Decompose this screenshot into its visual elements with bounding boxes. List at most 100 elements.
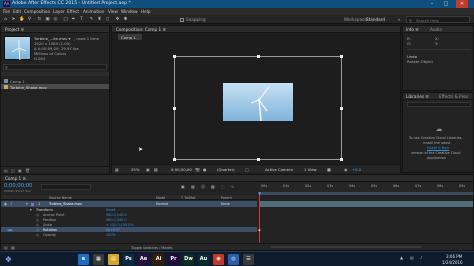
timeline-tab[interactable]: Comp 1 ≡: [5, 176, 26, 181]
col-mode[interactable]: Mode: [156, 196, 165, 200]
puppet-tool-icon[interactable]: ✱: [123, 17, 128, 22]
property-value[interactable]: 0x+0.0°: [106, 228, 120, 232]
motion-blur-icon[interactable]: ◌: [221, 184, 225, 189]
network-icon[interactable]: ▤: [410, 255, 414, 260]
taskbar-app-button[interactable]: Ae: [138, 254, 149, 265]
menu-help[interactable]: Help: [141, 9, 151, 14]
zoom-tool-icon[interactable]: ⚲: [27, 17, 32, 22]
project-search-input[interactable]: ⚲: [3, 64, 107, 70]
minimize-icon[interactable]: –: [426, 0, 438, 8]
transform-handle[interactable]: [173, 107, 176, 110]
col-trkmat[interactable]: T TrkMat: [181, 196, 195, 200]
clone-stamp-tool-icon[interactable]: ♜: [97, 17, 102, 22]
pan-behind-tool-icon[interactable]: ◎: [53, 17, 58, 22]
layer-parent-select[interactable]: None: [221, 202, 230, 206]
hand-tool-icon[interactable]: ✋: [19, 17, 25, 22]
transform-handle[interactable]: [257, 158, 260, 161]
selection-tool-icon[interactable]: ➤: [11, 17, 16, 22]
current-time-display[interactable]: 0;00;00;00: [171, 167, 192, 172]
search-help-field[interactable]: ⚲ Search Help: [406, 16, 470, 23]
exposure-value[interactable]: +0.0: [352, 167, 361, 172]
eraser-tool-icon[interactable]: ▯: [105, 17, 110, 22]
audio-tab[interactable]: Audio: [430, 27, 442, 32]
expand-arrow-icon[interactable]: ▾: [26, 202, 28, 206]
workspace-select[interactable]: Standard: [366, 17, 385, 22]
effects-presets-tab[interactable]: Effects & Pres: [439, 94, 468, 99]
toggle-pixel-icon[interactable]: ■: [327, 167, 331, 172]
menu-layer[interactable]: Layer: [53, 9, 65, 14]
col-source-name[interactable]: Source Name: [49, 196, 72, 200]
transparency-grid-icon[interactable]: ▩: [154, 167, 158, 172]
transform-handle[interactable]: [340, 107, 343, 110]
rectangle-tool-icon[interactable]: □: [63, 17, 68, 22]
keyframe-nav-icon[interactable]: ◂◆▸: [7, 228, 13, 232]
home-icon[interactable]: ⌂: [3, 17, 8, 22]
info-tab[interactable]: Info ≡: [406, 27, 419, 32]
grid-icon[interactable]: ▦: [115, 167, 119, 172]
roto-brush-tool-icon[interactable]: ✥: [115, 17, 120, 22]
taskbar-app-button[interactable]: Ps: [123, 254, 134, 265]
stopwatch-icon[interactable]: ◷: [36, 213, 39, 217]
toggle-switches-modes-button[interactable]: Toggle Switches / Modes: [131, 246, 172, 250]
view-layout-select[interactable]: 1 View: [304, 167, 317, 172]
taskbar-app-button[interactable]: ☰: [243, 254, 254, 265]
expand-arrow-icon[interactable]: ▾: [30, 208, 32, 212]
graph-editor-icon[interactable]: ∿: [231, 184, 234, 189]
resolution-select[interactable]: (Quarter): [217, 167, 235, 172]
new-folder-icon[interactable]: ◫: [11, 168, 15, 173]
composition-tab[interactable]: Composition: Comp 1 ≡: [116, 27, 166, 32]
taskbar-app-button[interactable]: ◎: [228, 254, 239, 265]
audio-icon[interactable]: ♪: [10, 202, 12, 206]
rotate-tool-icon[interactable]: ↻: [37, 17, 42, 22]
menu-view[interactable]: View: [108, 9, 118, 14]
region-of-interest-icon[interactable]: □: [245, 167, 249, 172]
stopwatch-icon[interactable]: ◷: [36, 223, 39, 227]
windows-start-icon[interactable]: ❖: [3, 254, 14, 265]
taskbar-app-button[interactable]: Pr: [168, 254, 179, 265]
project-tab[interactable]: Project ≡: [5, 27, 24, 32]
col-parent[interactable]: Parent: [221, 196, 232, 200]
taskbar-app-button[interactable]: Au: [198, 254, 209, 265]
zoom-slider[interactable]: [271, 246, 421, 248]
property-value[interactable]: 960.0,540.0: [106, 213, 127, 217]
menu-animation[interactable]: Animation: [83, 9, 104, 14]
workspace-menu-icon[interactable]: »: [398, 17, 404, 22]
layer-duration-bar[interactable]: [259, 201, 473, 207]
camera-select[interactable]: Active Camera: [265, 167, 293, 172]
transform-reset-link[interactable]: Reset: [106, 208, 115, 212]
transform-handle[interactable]: [340, 158, 343, 161]
taskbar-app-button[interactable]: ▤: [108, 254, 119, 265]
tray-up-icon[interactable]: ▲: [400, 255, 403, 260]
menu-file[interactable]: File: [3, 9, 10, 14]
draft-3d-icon[interactable]: ▦: [191, 184, 195, 189]
transform-handle[interactable]: [173, 158, 176, 161]
volume-icon[interactable]: ♪: [420, 255, 423, 260]
safe-zones-icon[interactable]: ▣: [146, 167, 150, 172]
label-color-icon[interactable]: [31, 202, 34, 206]
menu-edit[interactable]: Edit: [13, 9, 21, 14]
taskbar-app-button[interactable]: Ai: [153, 254, 164, 265]
menu-composition[interactable]: Composition: [24, 9, 50, 14]
brush-tool-icon[interactable]: ✎: [89, 17, 94, 22]
time-ruler[interactable]: 00s 01s 02s 03s 04s 05s 06s 07s 08s 09s: [259, 183, 473, 192]
menu-effect[interactable]: Effect: [67, 9, 79, 14]
trash-icon[interactable]: 🗑: [25, 168, 30, 173]
transform-handle[interactable]: [257, 55, 260, 58]
taskbar-app-button[interactable]: ▦: [93, 254, 104, 265]
comp-viewer-frame[interactable]: [223, 83, 293, 121]
taskbar-app-button[interactable]: e: [78, 254, 89, 265]
comp-subtab[interactable]: Comp 1: [118, 34, 142, 40]
camera-tool-icon[interactable]: ▣: [45, 17, 50, 22]
shy-layers-icon[interactable]: ☺: [201, 184, 205, 189]
stopwatch-icon[interactable]: ◷: [36, 228, 39, 232]
layer-mode-select[interactable]: Normal: [156, 202, 168, 206]
maximize-icon[interactable]: □: [440, 0, 452, 8]
table-row[interactable]: ◷ Opacity 100%: [1, 232, 257, 237]
taskbar-app-button[interactable]: ◉: [213, 254, 224, 265]
frame-blending-icon[interactable]: ▩: [211, 184, 215, 189]
new-comp-icon[interactable]: ▣: [18, 168, 22, 173]
property-value[interactable]: 960.0,540.0: [106, 218, 127, 222]
list-item[interactable]: Comp 1: [1, 78, 109, 84]
transform-handle[interactable]: [173, 55, 176, 58]
interpret-footage-icon[interactable]: ▤: [4, 168, 8, 173]
